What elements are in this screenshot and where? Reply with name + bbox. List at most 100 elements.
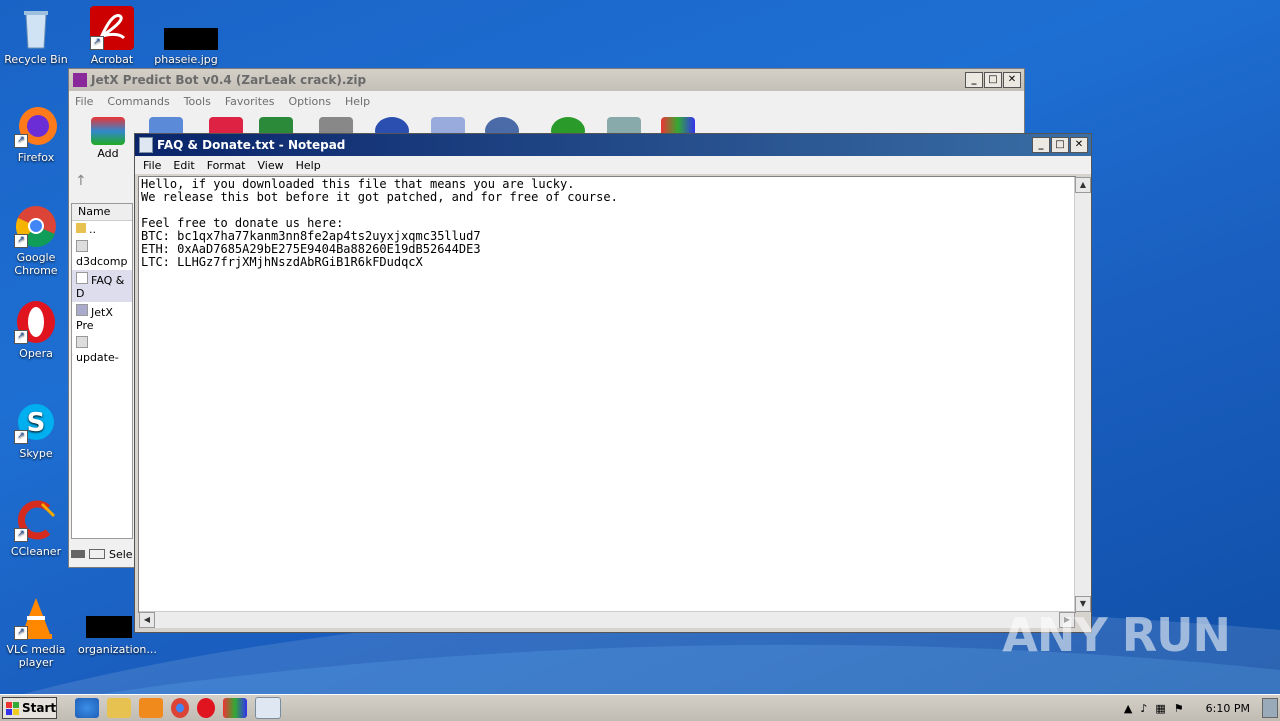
document-text[interactable]: Hello, if you downloaded this file that …	[139, 177, 1075, 270]
vertical-scrollbar[interactable]: ▲ ▼	[1074, 177, 1091, 612]
scroll-up-icon[interactable]: ▲	[1075, 177, 1091, 193]
file-name: update-	[76, 351, 119, 364]
notepad-menubar: File Edit Format View Help	[135, 156, 1091, 174]
notepad-window: FAQ & Donate.txt - Notepad _ □ ✕ File Ed…	[134, 133, 1092, 633]
winrar-title: JetX Predict Bot v0.4 (ZarLeak crack).zi…	[91, 73, 367, 87]
desktop-icon-firefox[interactable]: ↗ Firefox	[4, 104, 68, 164]
desktop-icon-vlc[interactable]: ↗ VLC media player	[4, 596, 68, 669]
show-hidden-icons-icon[interactable]: ▲	[1124, 702, 1132, 715]
menu-help[interactable]: Help	[290, 159, 327, 172]
windows-logo-icon	[6, 701, 19, 715]
menu-format[interactable]: Format	[201, 159, 252, 172]
acrobat-icon: ↗	[90, 6, 134, 50]
skype-icon: S ↗	[14, 400, 58, 444]
action-center-flag-icon[interactable]: ⚑	[1174, 702, 1184, 715]
shortcut-arrow-icon: ↗	[14, 430, 28, 444]
menu-help[interactable]: Help	[345, 95, 370, 108]
menu-commands[interactable]: Commands	[107, 95, 169, 108]
status-text: Sele	[109, 547, 133, 561]
chrome-label: Google Chrome	[14, 251, 58, 277]
file-list: Name .. d3dcomp FAQ & D JetX Pre update-	[71, 203, 133, 539]
menu-favorites[interactable]: Favorites	[225, 95, 275, 108]
network-icon[interactable]: ▦	[1155, 702, 1165, 715]
winrar-menubar: File Commands Tools Favorites Options He…	[69, 91, 1024, 111]
key-icon	[89, 549, 105, 559]
file-icon	[76, 240, 88, 252]
recycle-bin-label: Recycle Bin	[4, 53, 68, 66]
media-player-taskbar-icon[interactable]	[139, 698, 163, 718]
chrome-taskbar-icon[interactable]	[171, 698, 189, 718]
desktop-icon-organization[interactable]: organization...	[78, 596, 157, 656]
menu-file[interactable]: File	[75, 95, 93, 108]
maximize-button[interactable]: □	[984, 72, 1002, 88]
notepad-titlebar[interactable]: FAQ & Donate.txt - Notepad _ □ ✕	[135, 134, 1091, 156]
phaseie-label: phaseie.jpg	[154, 53, 218, 66]
add-button-label: Add	[97, 147, 119, 160]
desktop-icon-opera[interactable]: ↗ Opera	[4, 300, 68, 360]
desktop-icon-acrobat[interactable]: ↗ Acrobat	[80, 6, 144, 66]
shortcut-arrow-icon: ↗	[14, 134, 28, 148]
maximize-button[interactable]: □	[1051, 137, 1069, 153]
shortcut-arrow-icon: ↗	[14, 528, 28, 542]
text-file-icon	[76, 272, 88, 284]
minimize-button[interactable]: _	[965, 72, 983, 88]
chrome-icon: ↗	[14, 204, 58, 248]
start-label: Start	[22, 701, 57, 715]
add-archive-icon[interactable]	[91, 117, 125, 145]
ccleaner-label: CCleaner	[10, 545, 62, 558]
volume-icon[interactable]: ♪	[1140, 702, 1147, 715]
organization-label: organization...	[78, 643, 157, 656]
close-button[interactable]: ✕	[1070, 137, 1088, 153]
shortcut-arrow-icon: ↗	[90, 36, 104, 50]
winrar-taskbar-icon[interactable]	[223, 698, 247, 718]
menu-view[interactable]: View	[252, 159, 290, 172]
opera-taskbar-icon[interactable]	[197, 698, 215, 718]
desktop-icon-chrome[interactable]: ↗ Google Chrome	[4, 204, 68, 277]
vlc-label: VLC media player	[6, 643, 66, 669]
menu-options[interactable]: Options	[289, 95, 331, 108]
svg-text:S: S	[27, 408, 46, 438]
scroll-left-icon[interactable]: ◀	[139, 612, 155, 628]
skype-label: Skype	[19, 447, 53, 460]
winrar-app-icon	[73, 73, 87, 87]
shortcut-arrow-icon: ↗	[14, 626, 28, 640]
notepad-taskbar-icon[interactable]	[255, 697, 281, 719]
shortcut-arrow-icon: ↗	[14, 234, 28, 248]
show-desktop-button[interactable]	[1262, 698, 1278, 718]
menu-edit[interactable]: Edit	[167, 159, 200, 172]
taskbar: Start ▲ ♪ ▦ ⚑ 6:10 PM	[0, 694, 1280, 721]
desktop-icon-ccleaner[interactable]: ↗ CCleaner	[4, 498, 68, 558]
opera-icon: ↗	[14, 300, 58, 344]
list-item[interactable]: ..	[72, 221, 132, 238]
status-bar: Sele	[71, 545, 133, 563]
horizontal-scrollbar[interactable]: ◀ ▶	[139, 611, 1075, 628]
notepad-icon	[139, 137, 153, 153]
list-item[interactable]: update-	[72, 334, 132, 366]
ccleaner-icon: ↗	[14, 498, 58, 542]
desktop-icon-skype[interactable]: S ↗ Skype	[4, 400, 68, 460]
minimize-button[interactable]: _	[1032, 137, 1050, 153]
menu-file[interactable]: File	[137, 159, 167, 172]
column-header-name[interactable]: Name	[72, 204, 132, 221]
desktop-icon-recycle-bin[interactable]: Recycle Bin	[4, 6, 68, 66]
close-button[interactable]: ✕	[1003, 72, 1021, 88]
ie-taskbar-icon[interactable]	[75, 698, 99, 718]
menu-tools[interactable]: Tools	[184, 95, 211, 108]
winrar-titlebar[interactable]: JetX Predict Bot v0.4 (ZarLeak crack).zi…	[69, 69, 1024, 91]
opera-label: Opera	[19, 347, 53, 360]
explorer-taskbar-icon[interactable]	[107, 698, 131, 718]
firefox-icon: ↗	[14, 104, 58, 148]
text-editor[interactable]: Hello, if you downloaded this file that …	[138, 176, 1091, 628]
desktop-icon-phaseie[interactable]: phaseie.jpg	[154, 6, 218, 66]
list-item[interactable]: JetX Pre	[72, 302, 132, 334]
recycle-bin-icon	[14, 6, 58, 50]
redacted-thumbnail-icon	[164, 6, 218, 50]
up-arrow-icon[interactable]: ↑	[75, 173, 95, 195]
folder-up-icon	[76, 223, 86, 233]
exe-icon	[76, 304, 88, 316]
redacted-thumbnail-icon	[86, 596, 132, 640]
start-button[interactable]: Start	[2, 697, 57, 719]
clock[interactable]: 6:10 PM	[1206, 702, 1250, 715]
list-item[interactable]: d3dcomp	[72, 238, 132, 270]
list-item[interactable]: FAQ & D	[72, 270, 132, 302]
